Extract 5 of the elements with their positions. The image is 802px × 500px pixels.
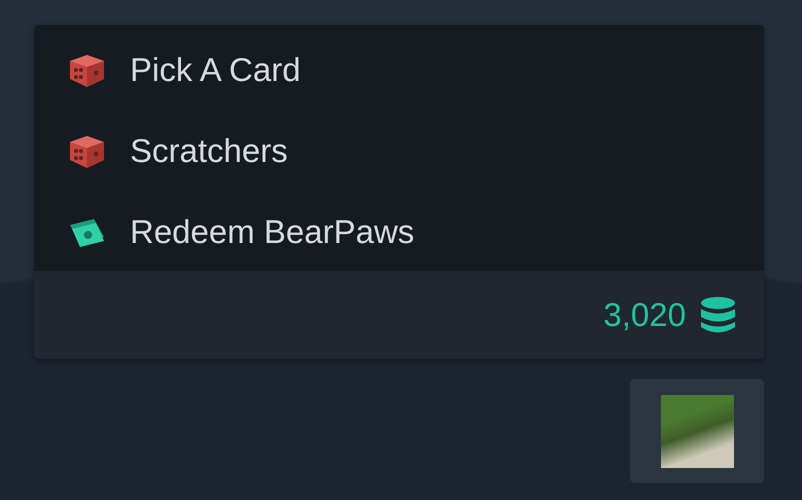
coin-stack-icon: [700, 296, 736, 334]
menu-item[interactable]: Pick A Card: [34, 29, 764, 110]
avatar-button[interactable]: [630, 379, 764, 483]
menu-item[interactable]: Scratchers: [34, 110, 764, 191]
balance-amount: 3,020: [603, 296, 686, 334]
